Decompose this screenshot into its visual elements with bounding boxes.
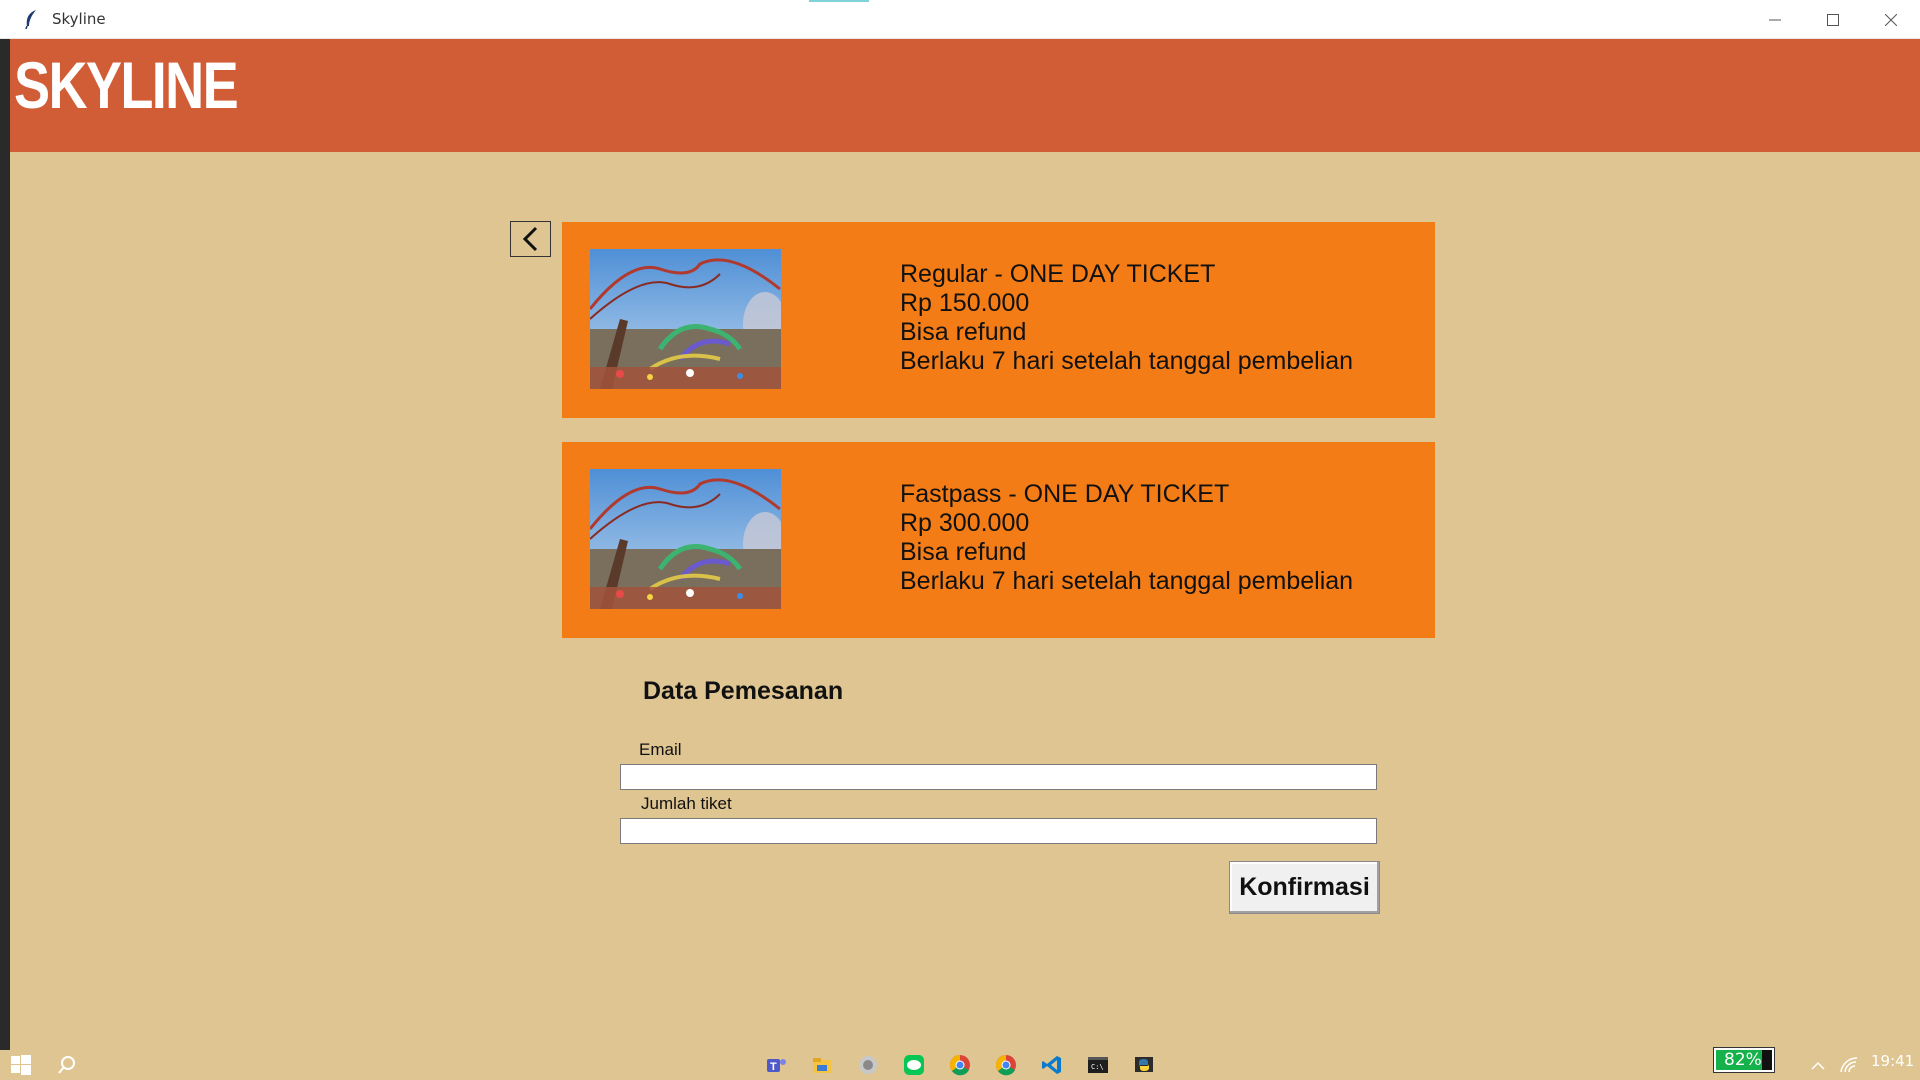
confirm-button[interactable]: Konfirmasi: [1229, 861, 1380, 914]
file-explorer-icon[interactable]: [811, 1054, 833, 1076]
app-icon[interactable]: [857, 1054, 879, 1076]
ticket-validity: Berlaku 7 hari setelah tanggal pembelian: [900, 567, 1354, 595]
titlebar-accent: [809, 0, 869, 2]
ticket-card-regular[interactable]: Regular - ONE DAY TICKET Rp 150.000 Bisa…: [562, 222, 1435, 418]
taskbar-clock[interactable]: 19:41: [1871, 1052, 1914, 1070]
ticket-price: Rp 150.000: [900, 289, 1030, 317]
form-title: Data Pemesanan: [643, 677, 844, 705]
left-edge-strip: [0, 39, 10, 1050]
app-logo: SKYLINE: [14, 48, 239, 122]
svg-text:C:\: C:\: [1091, 1063, 1104, 1071]
email-field[interactable]: [620, 764, 1377, 790]
window-controls: [1746, 0, 1920, 39]
ticket-details: Regular - ONE DAY TICKET Rp 150.000 Bisa…: [900, 260, 1353, 376]
line-icon[interactable]: [903, 1054, 925, 1076]
ticket-card-fastpass[interactable]: Fastpass - ONE DAY TICKET Rp 300.000 Bis…: [562, 442, 1435, 638]
terminal-icon[interactable]: C:\: [1087, 1054, 1109, 1076]
feather-icon: [20, 8, 42, 30]
ticket-price: Rp 300.000: [900, 509, 1030, 537]
ticket-details: Fastpass - ONE DAY TICKET Rp 300.000 Bis…: [900, 480, 1353, 596]
wifi-icon[interactable]: [1838, 1054, 1860, 1076]
ticket-refund: Bisa refund: [900, 538, 1027, 566]
vscode-icon[interactable]: [1041, 1054, 1063, 1076]
chevron-up-icon[interactable]: [1807, 1054, 1829, 1076]
email-label: Email: [639, 740, 682, 759]
ticket-refund: Bisa refund: [900, 318, 1027, 346]
chrome-icon[interactable]: [949, 1054, 971, 1076]
chrome-icon[interactable]: [995, 1054, 1017, 1076]
svg-text:T: T: [770, 1061, 777, 1073]
ticket-name: Fastpass - ONE DAY TICKET: [900, 480, 1230, 508]
ticket-validity: Berlaku 7 hari setelah tanggal pembelian: [900, 347, 1354, 375]
taskbar: T C:\: [0, 1050, 1920, 1080]
teams-icon[interactable]: T: [765, 1054, 787, 1076]
ticket-image: [590, 249, 781, 389]
quantity-field[interactable]: [620, 818, 1377, 844]
quantity-label: Jumlah tiket: [641, 794, 732, 813]
window-titlebar: Skyline: [0, 0, 1920, 39]
python-icon[interactable]: [1133, 1054, 1155, 1076]
battery-percent: 82%: [1724, 1050, 1762, 1070]
battery-indicator[interactable]: 82%: [1713, 1047, 1775, 1073]
window-title: Skyline: [52, 10, 106, 28]
maximize-icon[interactable]: [1804, 0, 1862, 39]
minimize-icon[interactable]: [1746, 0, 1804, 39]
ticket-image: [590, 469, 781, 609]
chevron-left-icon: [522, 226, 537, 252]
app-header: SKYLINE: [10, 39, 1920, 152]
close-icon[interactable]: [1862, 0, 1920, 39]
battery-empty-segment: [1762, 1050, 1772, 1070]
windows-start-icon[interactable]: [10, 1054, 32, 1076]
back-button[interactable]: [510, 221, 551, 257]
ticket-name: Regular - ONE DAY TICKET: [900, 260, 1216, 288]
search-icon[interactable]: [56, 1054, 78, 1076]
